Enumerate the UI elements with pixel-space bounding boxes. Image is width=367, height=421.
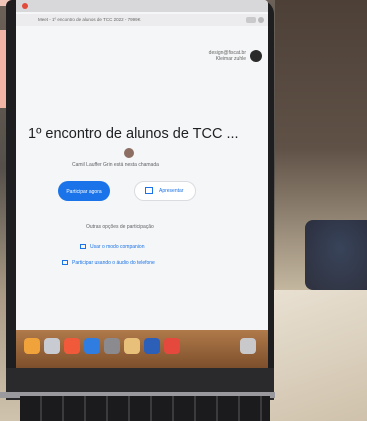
present-label: Apresentar (159, 188, 184, 194)
meeting-title: 1º encontro de alunos de TCC ... (28, 126, 239, 142)
present-icon (145, 187, 153, 194)
finder-icon[interactable] (24, 338, 40, 354)
extension-icon[interactable] (246, 17, 256, 23)
browser-tab-bar (16, 0, 268, 12)
settings-icon[interactable] (104, 338, 120, 354)
laptop-screen: Meet - 1º encontro de alunos de TCC 2022… (16, 0, 268, 330)
account-info: design@fiscat.br Kleimar zuhle (209, 50, 246, 62)
launchpad-icon[interactable] (44, 338, 60, 354)
tab-favicon-icon (22, 3, 28, 9)
account-avatar[interactable] (250, 50, 262, 62)
laptop: Meet - 1º encontro de alunos de TCC 2022… (6, 0, 274, 400)
companion-mode-label: Usar o modo companion (90, 244, 145, 250)
trash-icon[interactable] (240, 338, 256, 354)
dock (16, 330, 268, 368)
profile-icon[interactable] (258, 17, 264, 23)
participant-avatar (124, 148, 134, 158)
account-name: Kleimar zuhle (215, 56, 246, 62)
companion-icon (80, 244, 86, 250)
photos-icon[interactable] (64, 338, 80, 354)
chrome-icon[interactable] (164, 338, 180, 354)
preview-icon[interactable] (124, 338, 140, 354)
other-options-label: Outras opções de participação (86, 224, 154, 230)
photo-scene: Meet - 1º encontro de alunos de TCC 2022… (0, 0, 367, 421)
tab-title: Meet - 1º encontro de alunos de TCC 2022… (38, 17, 141, 22)
present-button[interactable]: Apresentar (134, 181, 196, 201)
app-store-icon[interactable] (84, 338, 100, 354)
word-icon[interactable] (144, 338, 160, 354)
browser-address-bar[interactable]: Meet - 1º encontro de alunos de TCC 2022… (16, 14, 268, 26)
presence-text: Camil Lauffer Grin está nesta chamada (72, 162, 159, 168)
join-now-button[interactable]: Participar agora (58, 181, 110, 201)
chair (305, 220, 367, 290)
companion-mode-link[interactable]: Usar o modo companion (80, 244, 144, 250)
phone-icon (62, 260, 68, 266)
phone-audio-label: Participar usando o áudio do telefone (72, 260, 155, 266)
phone-audio-link[interactable]: Participar usando o áudio do telefone (62, 260, 155, 266)
keyboard (20, 396, 270, 421)
